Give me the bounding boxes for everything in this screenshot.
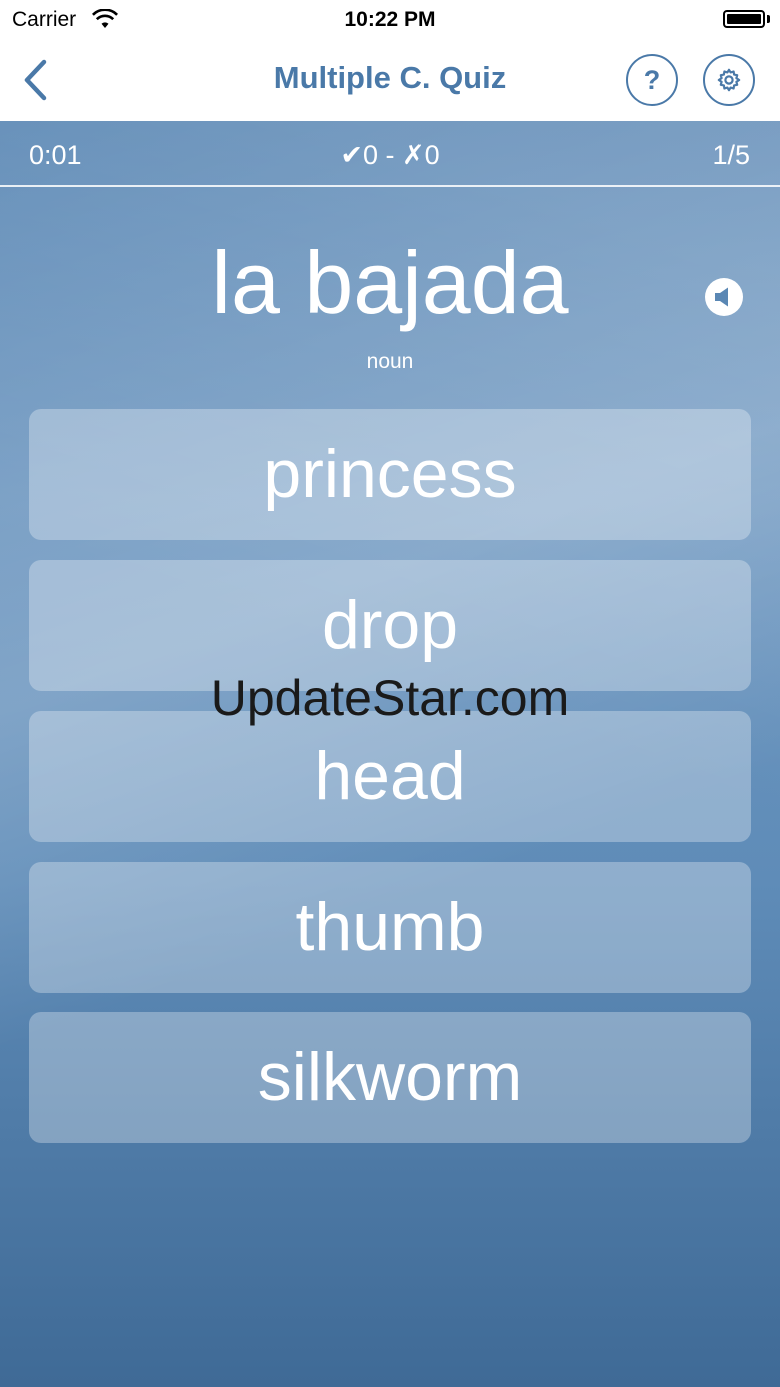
answer-option-5[interactable]: silkworm (29, 1012, 751, 1143)
gear-icon (717, 68, 741, 92)
top-area: Carrier 10:22 PM Multiple C. Quiz ? (0, 0, 780, 121)
status-bar: Carrier 10:22 PM (0, 0, 780, 40)
answer-option-2[interactable]: drop (29, 560, 751, 691)
quiz-content: 0:01 ✔0 - ✗0 1/5 la bajada noun princess… (0, 121, 780, 1387)
settings-button[interactable] (703, 54, 755, 106)
clock: 10:22 PM (344, 8, 436, 31)
question-progress: 1/5 (712, 140, 750, 170)
question-word: la bajada (211, 233, 569, 332)
score: ✔0 - ✗0 (340, 140, 440, 170)
speaker-icon (715, 287, 728, 307)
help-button[interactable]: ? (626, 54, 678, 106)
quiz-status-bar: 0:01 ✔0 - ✗0 1/5 (0, 121, 780, 187)
part-of-speech: noun (366, 350, 414, 373)
answer-option-3[interactable]: head (29, 711, 751, 842)
answer-option-1[interactable]: princess (29, 409, 751, 540)
answer-option-4[interactable]: thumb (29, 862, 751, 993)
play-audio-button[interactable] (705, 278, 743, 316)
battery-tip (767, 15, 770, 23)
battery-icon (723, 10, 765, 28)
